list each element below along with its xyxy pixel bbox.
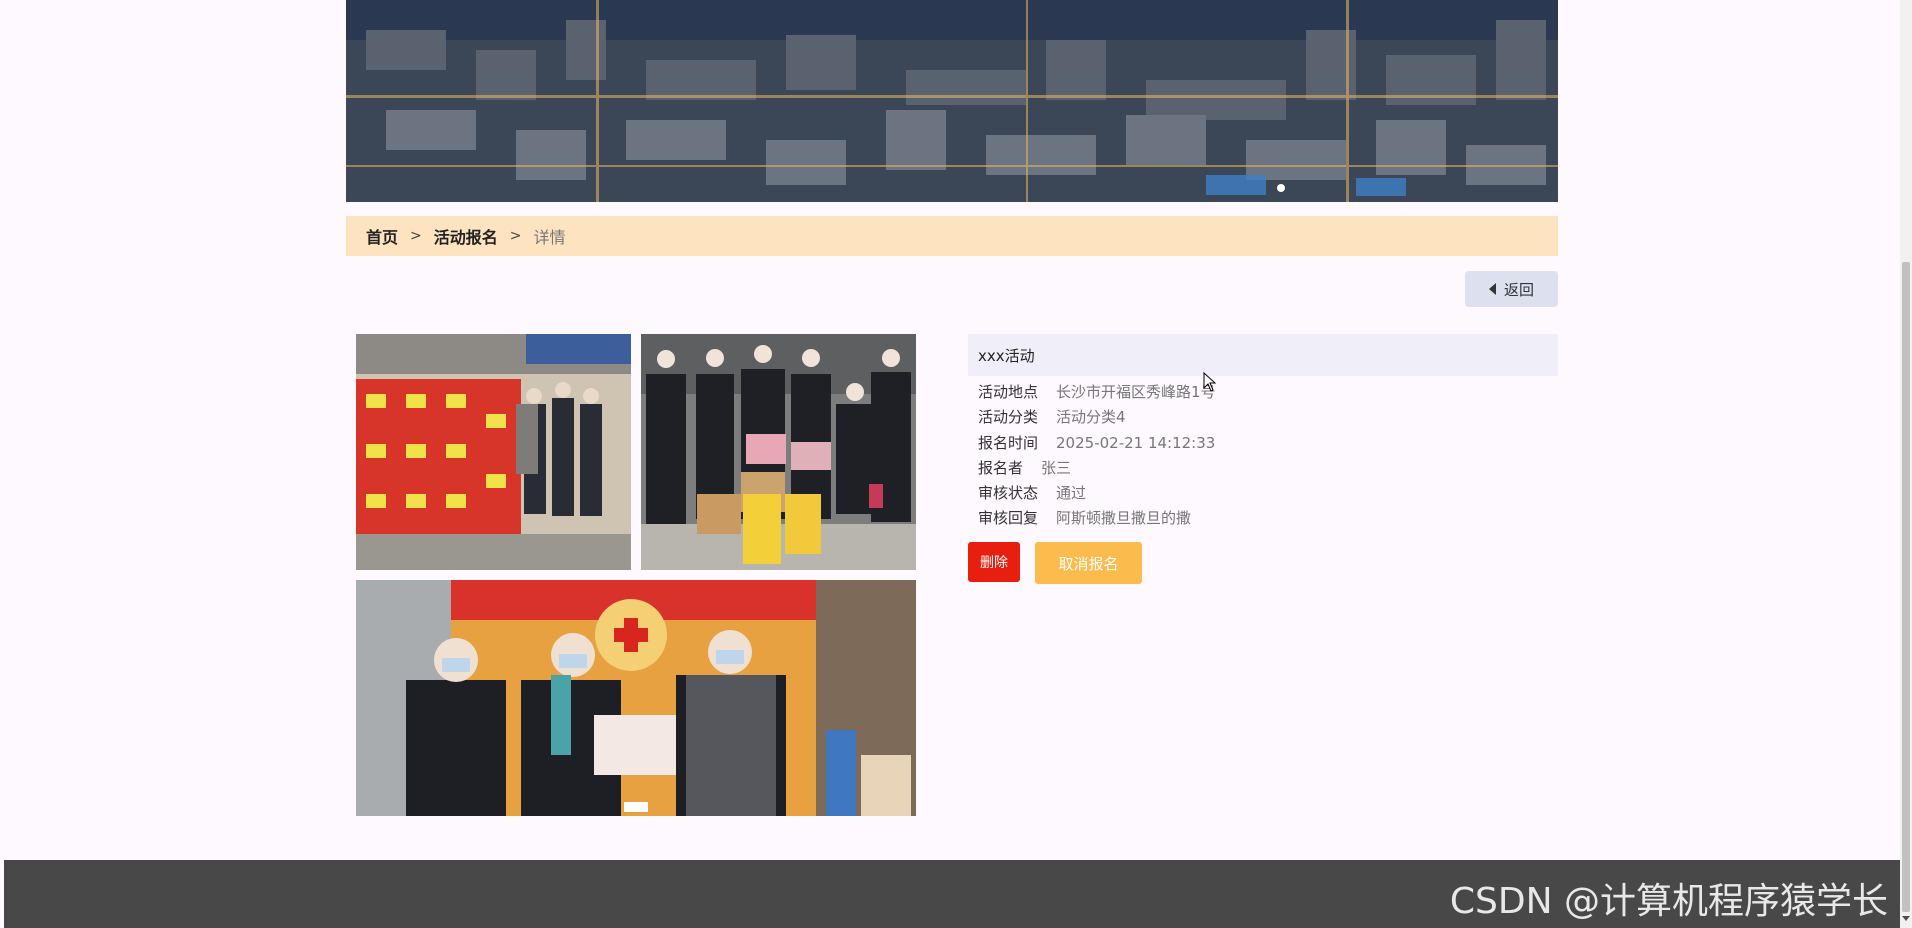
info-label: 报名时间	[978, 434, 1039, 452]
breadcrumb-home-link[interactable]: 首页	[366, 224, 398, 248]
cancel-signup-button[interactable]: 取消报名	[1035, 542, 1142, 584]
info-row-category: 活动分类 活动分类4	[978, 406, 1126, 428]
info-label: 活动分类	[978, 408, 1039, 426]
activity-photo-1	[356, 334, 631, 570]
info-value: 张三	[1041, 459, 1072, 477]
info-value: 长沙市开福区秀峰路1号	[1056, 383, 1216, 401]
scroll-down-arrow-icon[interactable]	[1902, 916, 1910, 921]
info-row-signup-time: 报名时间 2025-02-21 14:12:33	[978, 432, 1215, 454]
info-row-review-status: 审核状态 通过	[978, 482, 1086, 504]
info-label: 审核状态	[978, 484, 1039, 502]
breadcrumb-separator: >	[410, 228, 422, 244]
activity-photo-3	[356, 580, 916, 816]
info-row-review-reply: 审核回复 阿斯顿撒旦撒旦的撒	[978, 507, 1191, 529]
activity-title: xxx活动	[968, 334, 1558, 376]
info-row-registrant: 报名者 张三	[978, 457, 1071, 479]
csdn-watermark: CSDN @计算机程序猿学长	[1449, 881, 1888, 922]
breadcrumb-section-link[interactable]: 活动报名	[434, 224, 498, 248]
activity-photo-2-image	[641, 334, 916, 570]
delete-button[interactable]: 删除	[968, 542, 1020, 582]
gallery-indicator[interactable]	[624, 802, 648, 812]
back-button-label: 返回	[1503, 280, 1534, 299]
caret-left-icon	[1488, 283, 1496, 295]
info-value: 活动分类4	[1056, 408, 1126, 426]
info-label: 活动地点	[978, 383, 1039, 401]
breadcrumb-current: 详情	[533, 228, 566, 247]
back-button[interactable]: 返回	[1465, 271, 1558, 307]
info-value: 阿斯顿撒旦撒旦的撒	[1056, 509, 1192, 527]
info-value: 通过	[1056, 484, 1087, 502]
breadcrumb-separator: >	[509, 228, 522, 244]
info-label: 报名者	[978, 459, 1024, 477]
banner-image	[346, 0, 1558, 202]
carousel-indicator-dot[interactable]	[1277, 184, 1285, 192]
info-row-location: 活动地点 长沙市开福区秀峰路1号	[978, 381, 1216, 403]
footer: CSDN @计算机程序猿学长	[4, 860, 1900, 928]
scrollbar-thumb[interactable]	[1902, 262, 1910, 912]
activity-photo-3-image	[356, 580, 916, 816]
breadcrumb: 首页 > 活动报名 > 详情	[346, 216, 1558, 256]
activity-photo-2	[641, 334, 916, 570]
info-value: 2025-02-21 14:12:33	[1056, 434, 1216, 452]
mouse-cursor-icon	[1203, 372, 1217, 392]
info-label: 审核回复	[978, 509, 1039, 527]
activity-photo-1-image	[356, 334, 631, 570]
banner-carousel	[346, 0, 1558, 202]
